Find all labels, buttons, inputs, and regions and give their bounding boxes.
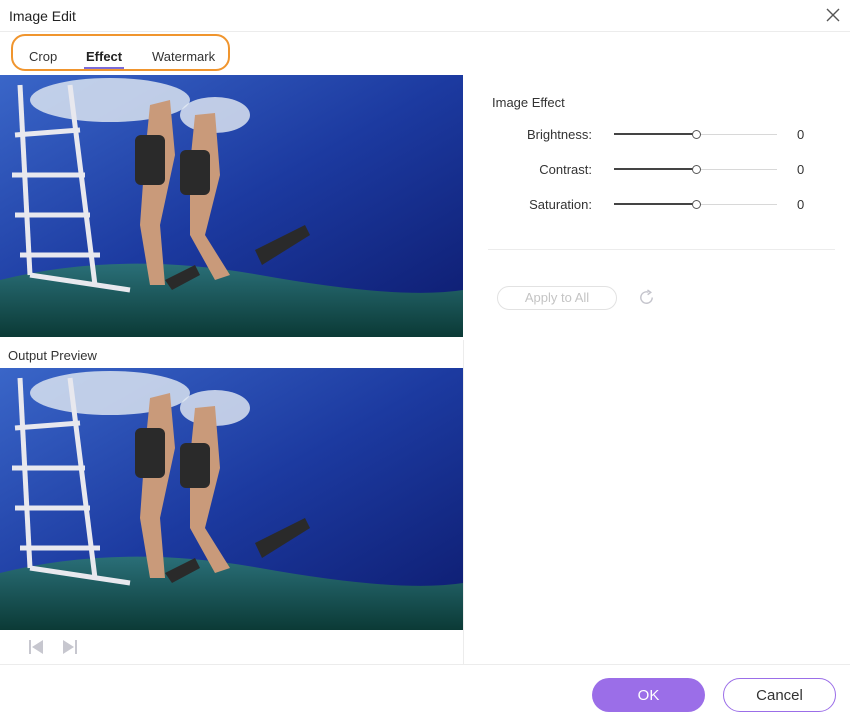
brightness-value: 0 [797, 127, 805, 142]
output-preview-label: Output Preview [8, 348, 97, 363]
title-bar: Image Edit [0, 0, 850, 32]
saturation-slider-thumb[interactable] [691, 200, 701, 209]
brightness-label: Brightness: [526, 127, 592, 142]
panel-divider [463, 340, 464, 665]
tab-watermark[interactable]: Watermark [152, 49, 215, 64]
saturation-label: Saturation: [529, 197, 592, 212]
saturation-slider[interactable] [614, 200, 777, 209]
contrast-slider-fill [614, 168, 696, 170]
skip-next-icon[interactable] [62, 639, 78, 655]
saturation-slider-fill [614, 203, 696, 205]
output-preview-image [0, 368, 463, 630]
brightness-slider-thumb[interactable] [691, 130, 701, 139]
cancel-button[interactable]: Cancel [723, 678, 836, 712]
apply-to-all-button[interactable]: Apply to All [497, 286, 617, 310]
brightness-slider-row: Brightness: 0 [488, 125, 828, 145]
contrast-slider[interactable] [614, 165, 777, 174]
contrast-label: Contrast: [539, 162, 592, 177]
window-title: Image Edit [9, 8, 76, 24]
original-image [0, 75, 463, 337]
tab-crop[interactable]: Crop [29, 49, 57, 64]
tab-effect[interactable]: Effect [83, 49, 125, 69]
saturation-slider-row: Saturation: 0 [488, 195, 828, 215]
contrast-slider-row: Contrast: 0 [488, 160, 828, 180]
reset-icon[interactable] [637, 288, 656, 307]
saturation-value: 0 [797, 197, 805, 212]
image-effect-title: Image Effect [492, 95, 565, 110]
section-divider [488, 249, 835, 250]
contrast-slider-thumb[interactable] [691, 165, 701, 174]
ok-button[interactable]: OK [592, 678, 705, 712]
brightness-slider[interactable] [614, 130, 777, 139]
skip-previous-icon[interactable] [28, 639, 44, 655]
footer-divider [0, 664, 850, 665]
contrast-value: 0 [797, 162, 805, 177]
tab-bar: Crop Effect Watermark [11, 34, 230, 71]
brightness-slider-fill [614, 133, 696, 135]
close-icon[interactable] [824, 6, 842, 24]
